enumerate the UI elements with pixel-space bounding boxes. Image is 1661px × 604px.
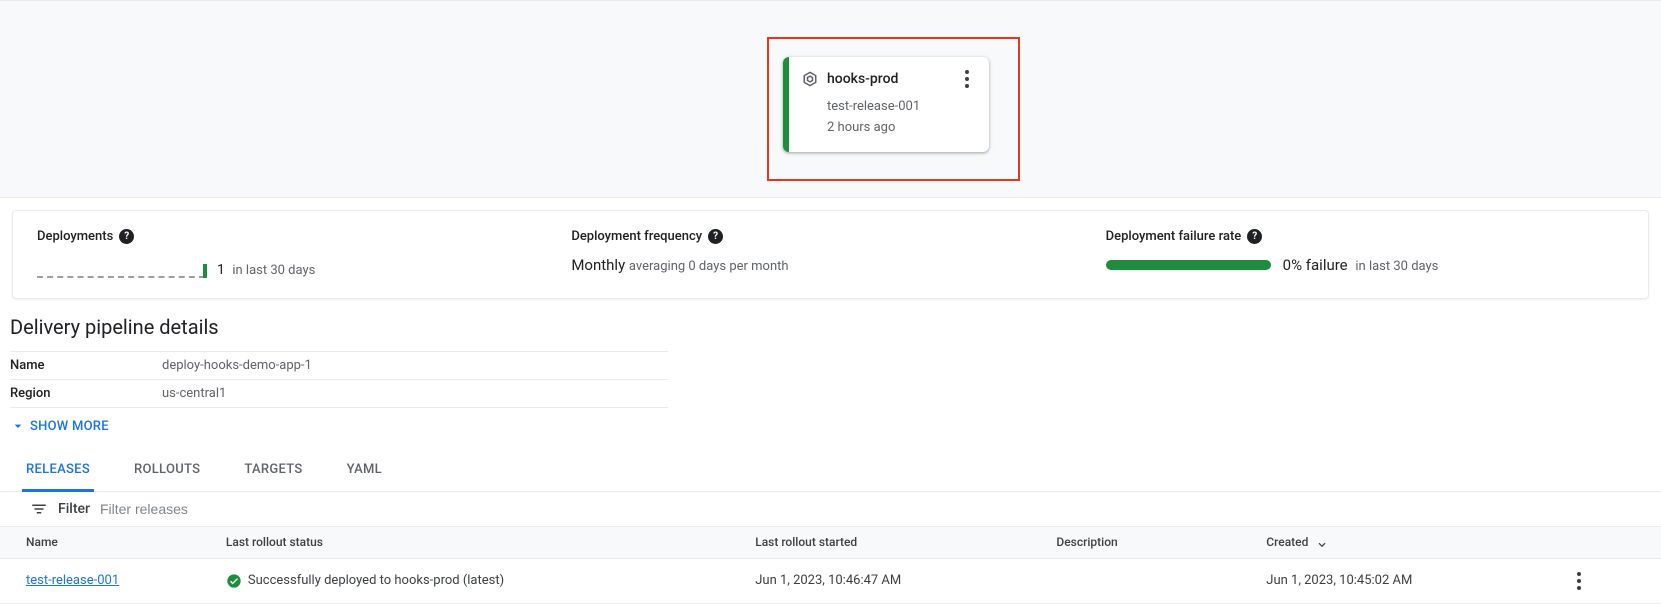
release-created: Jun 1, 2023, 10:45:02 AM bbox=[1250, 558, 1551, 603]
th-created[interactable]: Created bbox=[1250, 527, 1551, 558]
frequency-detail: averaging 0 days per month bbox=[629, 259, 789, 274]
releases-table: Name Last rollout status Last rollout st… bbox=[0, 527, 1661, 604]
kv-key-name: Name bbox=[10, 352, 162, 380]
frequency-value: Monthly bbox=[571, 256, 625, 274]
kebab-icon bbox=[965, 70, 969, 88]
release-link[interactable]: test-release-001 bbox=[26, 573, 119, 588]
kv-key-region: Region bbox=[10, 380, 162, 408]
kv-row: Name deploy-hooks-demo-app-1 bbox=[10, 352, 668, 380]
target-card-menu-button[interactable] bbox=[955, 67, 979, 91]
th-status[interactable]: Last rollout status bbox=[210, 527, 739, 558]
th-name[interactable]: Name bbox=[0, 527, 210, 558]
kv-row: Region us-central1 bbox=[10, 380, 668, 408]
failure-value: 0% failure bbox=[1283, 256, 1348, 274]
metric-failure-label: Deployment failure rate bbox=[1106, 229, 1242, 244]
details-kv-table: Name deploy-hooks-demo-app-1 Region us-c… bbox=[10, 351, 668, 408]
table-row: test-release-001 Successfully deployed t… bbox=[0, 558, 1661, 603]
release-started: Jun 1, 2023, 10:46:47 AM bbox=[739, 558, 1040, 603]
release-status-text: Successfully deployed to hooks-prod (lat… bbox=[248, 573, 504, 588]
tab-rollouts[interactable]: ROLLOUTS bbox=[130, 452, 204, 492]
deployments-period: in last 30 days bbox=[232, 263, 315, 278]
pipeline-stage-area: hooks-prod test-release-001 2 hours ago bbox=[0, 0, 1661, 198]
target-title: hooks-prod bbox=[827, 71, 898, 87]
deployments-sparkline bbox=[37, 258, 207, 278]
help-icon[interactable]: ? bbox=[708, 229, 723, 244]
metrics-card: Deployments ? 1 in last 30 days Deployme… bbox=[12, 210, 1649, 299]
tab-releases[interactable]: RELEASES bbox=[22, 452, 94, 492]
metric-failure-rate: Deployment failure rate ? 0% failure in … bbox=[1098, 229, 1632, 278]
gke-icon bbox=[801, 70, 819, 88]
deployments-count-value: 1 bbox=[217, 262, 225, 278]
metric-frequency: Deployment frequency ? Monthly averaging… bbox=[563, 229, 1097, 278]
tab-yaml[interactable]: YAML bbox=[343, 452, 386, 492]
show-more-label: SHOW MORE bbox=[30, 419, 109, 434]
filter-icon bbox=[30, 500, 48, 518]
filter-input[interactable] bbox=[100, 501, 400, 517]
target-release: test-release-001 bbox=[827, 99, 979, 114]
th-description[interactable]: Description bbox=[1040, 527, 1250, 558]
kv-val-name: deploy-hooks-demo-app-1 bbox=[162, 352, 668, 380]
th-actions bbox=[1551, 527, 1661, 558]
filter-bar: Filter bbox=[0, 492, 1661, 527]
metric-deployments-label: Deployments bbox=[37, 229, 113, 244]
tab-targets[interactable]: TARGETS bbox=[240, 452, 306, 492]
failure-period: in last 30 days bbox=[1355, 259, 1438, 274]
kv-val-region: us-central1 bbox=[162, 380, 668, 408]
release-description bbox=[1040, 558, 1250, 603]
th-created-label: Created bbox=[1266, 535, 1308, 549]
target-age: 2 hours ago bbox=[827, 120, 979, 135]
deployments-count: 1 in last 30 days bbox=[217, 262, 315, 278]
metric-frequency-label: Deployment frequency bbox=[571, 229, 702, 244]
help-icon[interactable]: ? bbox=[119, 229, 134, 244]
metric-deployments: Deployments ? 1 in last 30 days bbox=[29, 229, 563, 278]
target-card-hooks-prod[interactable]: hooks-prod test-release-001 2 hours ago bbox=[783, 57, 989, 152]
failure-rate-bar bbox=[1106, 260, 1271, 270]
th-started[interactable]: Last rollout started bbox=[739, 527, 1040, 558]
tabs: RELEASES ROLLOUTS TARGETS YAML bbox=[0, 452, 1661, 492]
show-more-button[interactable]: SHOW MORE bbox=[10, 418, 1651, 434]
arrow-down-icon bbox=[1315, 536, 1329, 550]
kebab-icon bbox=[1577, 572, 1581, 590]
check-circle-icon bbox=[226, 573, 242, 589]
pipeline-details: Delivery pipeline details Name deploy-ho… bbox=[0, 299, 1661, 434]
help-icon[interactable]: ? bbox=[1247, 229, 1262, 244]
details-heading: Delivery pipeline details bbox=[10, 315, 1651, 339]
row-menu-button[interactable] bbox=[1567, 569, 1591, 593]
filter-label: Filter bbox=[58, 501, 90, 517]
chevron-down-icon bbox=[10, 418, 26, 434]
